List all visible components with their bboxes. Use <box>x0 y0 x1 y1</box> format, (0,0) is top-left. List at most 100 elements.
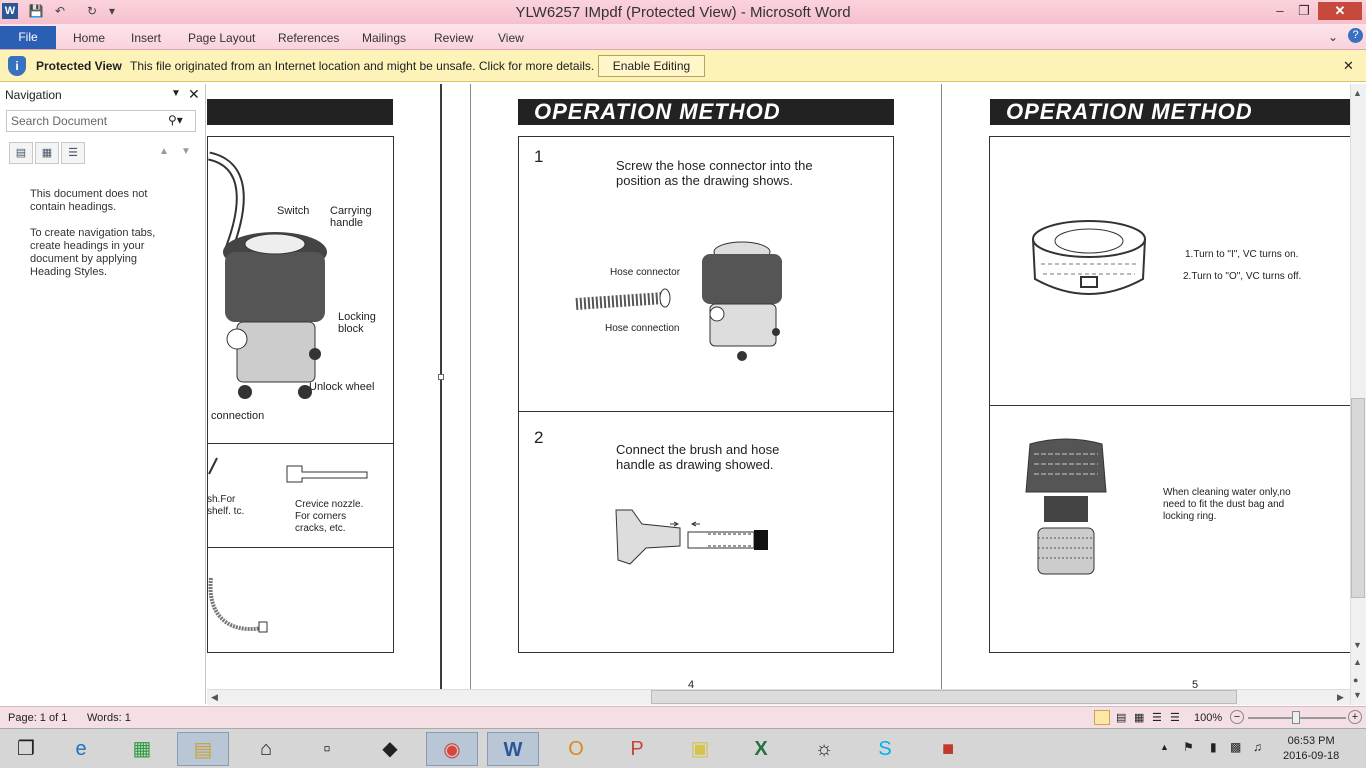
internet-explorer-icon[interactable]: e <box>55 732 107 766</box>
print-layout-icon[interactable] <box>1094 710 1110 725</box>
next-arrow-icon[interactable]: ▼ <box>181 146 191 157</box>
close-bar-icon[interactable]: ✕ <box>1343 58 1354 74</box>
enable-editing-button[interactable]: Enable Editing <box>598 55 705 77</box>
page-number-5: 5 <box>1192 679 1199 689</box>
no-headings-message: This document does not contain headings. <box>30 188 148 213</box>
show-hidden-icons-icon[interactable]: ▲ <box>1160 742 1169 752</box>
outline-icon[interactable]: ☰ <box>1152 711 1162 724</box>
tab-file[interactable]: File <box>0 26 56 49</box>
vertical-scroll-thumb[interactable] <box>1351 398 1365 598</box>
page-edge <box>470 84 471 689</box>
page-edge-handle[interactable] <box>438 374 444 380</box>
step-2-text: Connect the brush and hose handle as dra… <box>616 442 780 472</box>
zoom-in-button[interactable]: + <box>1348 710 1362 724</box>
nav-close-icon[interactable]: ✕ <box>188 86 200 103</box>
label-connection: connection <box>211 410 265 422</box>
powerpoint-icon[interactable]: P <box>611 732 663 766</box>
label-locking-block: Locking block <box>338 311 376 335</box>
step-1-number: 1 <box>534 147 544 166</box>
vacuum-top-switch-illustration <box>1032 220 1146 295</box>
zoom-slider-knob[interactable] <box>1292 711 1300 724</box>
battery-icon[interactable]: ▮ <box>1210 740 1217 754</box>
divider <box>518 411 894 412</box>
zoom-level[interactable]: 100% <box>1194 712 1222 724</box>
start-button-icon[interactable]: ❐ <box>0 732 52 766</box>
next-page-icon[interactable]: ▼ <box>1353 690 1362 700</box>
navigation-pane: Navigation ▼ ✕ Search Document ⚲▾ ▤ ▦ ☰ … <box>0 84 206 704</box>
tab-page-layout[interactable]: Page Layout <box>188 31 255 45</box>
excel-icon[interactable]: X <box>735 732 787 766</box>
page-count-status[interactable]: Page: 1 of 1 <box>8 712 67 724</box>
hose-illustration <box>208 577 268 633</box>
paint-icon[interactable]: ☼ <box>798 732 850 766</box>
restore-button[interactable]: ❐ <box>1291 2 1317 20</box>
step-2-number: 2 <box>534 428 544 447</box>
vertical-scrollbar[interactable] <box>1350 84 1366 705</box>
skype-icon[interactable]: S <box>859 732 911 766</box>
scroll-right-icon[interactable]: ▶ <box>1337 692 1344 703</box>
network-icon[interactable]: ▩ <box>1230 740 1241 754</box>
browse-results-tab[interactable]: ☰ <box>61 142 85 164</box>
help-icon[interactable]: ? <box>1348 28 1363 43</box>
chrome-icon[interactable]: ◉ <box>426 732 478 766</box>
browse-headings-tab[interactable]: ▤ <box>9 142 33 164</box>
previous-page-icon[interactable]: ▲ <box>1353 657 1362 667</box>
page-boundary <box>440 84 442 689</box>
nav-options-icon[interactable]: ▼ <box>171 88 181 99</box>
protected-view-bar: i Protected View This file originated fr… <box>0 50 1366 82</box>
scroll-up-icon[interactable]: ▲ <box>1353 88 1362 98</box>
full-screen-reading-icon[interactable]: ▤ <box>1116 711 1126 724</box>
browse-pages-tab[interactable]: ▦ <box>35 142 59 164</box>
document-icon[interactable]: ▫ <box>301 732 353 766</box>
clock[interactable]: 06:53 PM 2016-09-18 <box>1283 734 1339 764</box>
store-icon[interactable]: ▦ <box>116 732 168 766</box>
divider <box>207 443 394 444</box>
divider <box>207 547 394 548</box>
web-layout-icon[interactable]: ▦ <box>1134 711 1144 724</box>
label-crevice-nozzle: Crevice nozzle. For corners cracks, etc. <box>295 499 364 534</box>
tab-review[interactable]: Review <box>434 31 473 45</box>
windows-taskbar: ❐ e ▦ ▤ ⌂ ▫ ◆ ◉ W O P ▣ X ☼ S ■ ▲ ⚑ ▮ ▩ … <box>0 728 1366 768</box>
outlook-icon[interactable]: O <box>550 732 602 766</box>
page4-figure-box <box>518 136 894 653</box>
flag-icon[interactable]: ⚑ <box>1183 740 1194 754</box>
tab-insert[interactable]: Insert <box>131 31 161 45</box>
label-brush-partial: sh.For shelf. tc. <box>207 494 245 517</box>
minimize-button[interactable]: – <box>1267 2 1293 20</box>
ribbon-expand-icon[interactable]: ⌄ <box>1328 30 1338 44</box>
document-area[interactable]: Switch Carrying handle Locking block Unl… <box>207 84 1350 689</box>
zoom-out-button[interactable]: − <box>1230 710 1244 724</box>
home-icon[interactable]: ⌂ <box>240 732 292 766</box>
turn-off-instruction: 2.Turn to "O", VC turns off. <box>1183 271 1302 282</box>
window-title: YLW6257 IMpdf (Protected View) - Microso… <box>515 4 851 21</box>
browse-object-icon[interactable]: ● <box>1353 675 1358 685</box>
volume-icon[interactable]: ♫ <box>1253 740 1262 754</box>
label-hose-connection: Hose connection <box>605 323 680 334</box>
label-hose-connector: Hose connector <box>610 267 681 278</box>
previous-arrow-icon[interactable]: ▲ <box>159 146 169 157</box>
label-unlock-wheel: Unlock wheel <box>309 381 375 393</box>
scroll-left-icon[interactable]: ◀ <box>211 692 218 703</box>
close-window-button[interactable]: ✕ <box>1318 2 1362 20</box>
file-explorer-icon[interactable]: ▤ <box>177 732 229 766</box>
status-bar: Page: 1 of 1 Words: 1 ▤ ▦ ☰ ☰ 100% − + <box>0 706 1366 728</box>
page-edge <box>941 84 942 689</box>
tab-references[interactable]: References <box>278 31 339 45</box>
app-icon[interactable]: ◆ <box>364 732 416 766</box>
tab-home[interactable]: Home <box>73 31 105 45</box>
horizontal-scroll-thumb[interactable] <box>651 690 1237 704</box>
sticky-notes-icon[interactable]: ▣ <box>674 732 726 766</box>
draft-icon[interactable]: ☰ <box>1170 711 1180 724</box>
media-app-icon[interactable]: ■ <box>922 732 974 766</box>
protected-view-message[interactable]: This file originated from an Internet lo… <box>130 59 594 73</box>
search-icon[interactable]: ⚲▾ <box>168 113 183 127</box>
tab-view[interactable]: View <box>498 31 524 45</box>
word-count-status[interactable]: Words: 1 <box>87 712 131 724</box>
tab-mailings[interactable]: Mailings <box>362 31 406 45</box>
page3-header-bar <box>207 99 393 125</box>
navigation-title: Navigation <box>5 88 62 102</box>
word-taskbar-icon[interactable]: W <box>487 732 539 766</box>
turn-on-instruction: 1.Turn to "I", VC turns on. <box>1185 249 1299 260</box>
scroll-down-icon[interactable]: ▼ <box>1353 640 1362 650</box>
clock-date: 2016-09-18 <box>1283 750 1340 762</box>
